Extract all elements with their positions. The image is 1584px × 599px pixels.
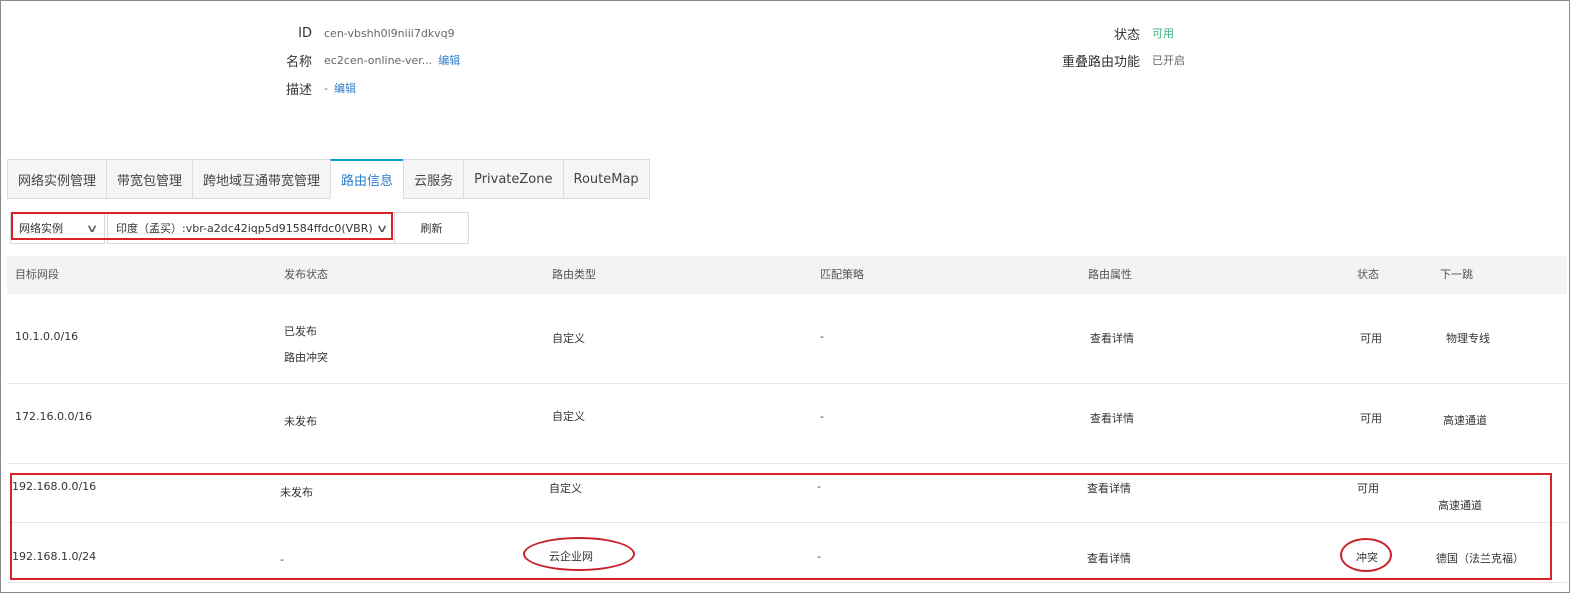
desc-label: 描述 xyxy=(285,82,312,98)
info-status-row: 状态 可用 xyxy=(1040,23,1174,43)
desc-value: - xyxy=(324,81,328,95)
route-conflict-link[interactable]: 路由冲突 xyxy=(284,349,328,365)
instance-type-select[interactable]: 网络实例 ∨ xyxy=(10,212,105,244)
next-hop-link[interactable]: 高速通道 xyxy=(1443,412,1487,428)
row-divider xyxy=(7,383,1567,384)
status-cell: 可用 xyxy=(1360,412,1382,425)
match-policy-cell: - xyxy=(820,410,824,423)
info-name-row: 名称 ec2cen-online-ver... 编辑 xyxy=(250,50,460,70)
next-hop-link[interactable]: 物理专线 xyxy=(1446,330,1490,346)
cidr-cell: 172.16.0.0/16 xyxy=(15,410,93,423)
next-hop-link[interactable]: 德国（法兰克福） xyxy=(1436,550,1524,566)
tab-route-info[interactable]: 路由信息 xyxy=(330,159,404,199)
view-details-link[interactable]: 查看详情 xyxy=(1087,480,1131,496)
chevron-down-icon: ∨ xyxy=(375,221,389,235)
col-next-hop: 下一跳 xyxy=(1440,268,1473,281)
row-divider xyxy=(7,463,1567,464)
instance-value: 印度（孟买）:vbr-a2dc42iqp5d91584ffdc0(VBR) xyxy=(116,222,373,235)
col-cidr: 目标网段 xyxy=(15,268,59,281)
match-policy-cell: - xyxy=(817,480,821,493)
match-policy-cell: - xyxy=(817,550,821,563)
tab-bandwidth-packages[interactable]: 带宽包管理 xyxy=(106,159,193,199)
row-divider xyxy=(7,582,1567,583)
next-hop-link[interactable]: 高速通道 xyxy=(1438,497,1482,513)
tab-cloud-services[interactable]: 云服务 xyxy=(403,159,464,199)
route-type-cell: 云企业网 xyxy=(549,550,593,563)
edit-name-link[interactable]: 编辑 xyxy=(438,52,460,68)
id-value: cen-vbshh0l9niii7dkvq9 xyxy=(324,26,455,40)
col-match-policy: 匹配策略 xyxy=(820,268,864,281)
publish-status-cell: 已发布 xyxy=(284,325,317,338)
view-details-link[interactable]: 查看详情 xyxy=(1090,410,1134,426)
route-type-cell: 自定义 xyxy=(552,410,585,423)
col-publish-status: 发布状态 xyxy=(284,268,328,281)
info-id-row: ID cen-vbshh0l9niii7dkvq9 xyxy=(250,23,455,43)
tab-bar: 网络实例管理 带宽包管理 跨地域互通带宽管理 路由信息 云服务 PrivateZ… xyxy=(7,159,650,199)
status-cell: 可用 xyxy=(1357,482,1379,495)
status-label: 状态 xyxy=(1113,27,1140,43)
name-label: 名称 xyxy=(285,54,312,70)
publish-status-cell: 未发布 xyxy=(284,415,317,428)
route-type-cell: 自定义 xyxy=(552,332,585,345)
refresh-button[interactable]: 刷新 xyxy=(395,212,469,244)
cidr-cell: 192.168.0.0/16 xyxy=(12,480,97,493)
id-label: ID xyxy=(298,25,312,41)
view-details-link[interactable]: 查看详情 xyxy=(1090,330,1134,346)
tab-network-instances[interactable]: 网络实例管理 xyxy=(7,159,107,199)
col-route-type: 路由类型 xyxy=(552,268,596,281)
chevron-down-icon: ∨ xyxy=(85,221,99,235)
edit-desc-link[interactable]: 编辑 xyxy=(334,80,356,96)
status-cell: 可用 xyxy=(1360,332,1382,345)
overlap-label: 重叠路由功能 xyxy=(1061,54,1140,70)
status-value: 可用 xyxy=(1152,27,1174,40)
route-type-cell: 自定义 xyxy=(549,482,582,495)
console-frame xyxy=(0,0,1570,593)
publish-status-cell: - xyxy=(280,553,284,566)
col-status: 状态 xyxy=(1357,268,1379,281)
instance-select[interactable]: 印度（孟买）:vbr-a2dc42iqp5d91584ffdc0(VBR) ∨ xyxy=(107,212,395,244)
row-divider xyxy=(7,522,1567,523)
tab-cross-region-bandwidth[interactable]: 跨地域互通带宽管理 xyxy=(192,159,331,199)
match-policy-cell: - xyxy=(820,330,824,343)
cidr-cell: 10.1.0.0/16 xyxy=(15,330,79,343)
info-desc-row: 描述 - 编辑 xyxy=(250,78,356,98)
status-cell: 冲突 xyxy=(1356,551,1378,564)
publish-status-cell: 未发布 xyxy=(280,486,313,499)
overlap-value: 已开启 xyxy=(1152,54,1185,67)
info-overlap-row: 重叠路由功能 已开启 xyxy=(1040,50,1185,70)
tab-routemap[interactable]: RouteMap xyxy=(562,159,650,199)
filter-toolbar: 网络实例 ∨ 印度（孟买）:vbr-a2dc42iqp5d91584ffdc0(… xyxy=(10,212,469,244)
tab-privatezone[interactable]: PrivateZone xyxy=(463,159,563,199)
table-header: 目标网段 发布状态 路由类型 匹配策略 路由属性 状态 下一跳 xyxy=(7,256,1567,294)
instance-type-value: 网络实例 xyxy=(19,222,63,235)
name-value: ec2cen-online-ver... xyxy=(324,53,433,67)
col-route-attr: 路由属性 xyxy=(1088,268,1132,281)
cidr-cell: 192.168.1.0/24 xyxy=(12,550,97,563)
view-details-link[interactable]: 查看详情 xyxy=(1087,550,1131,566)
